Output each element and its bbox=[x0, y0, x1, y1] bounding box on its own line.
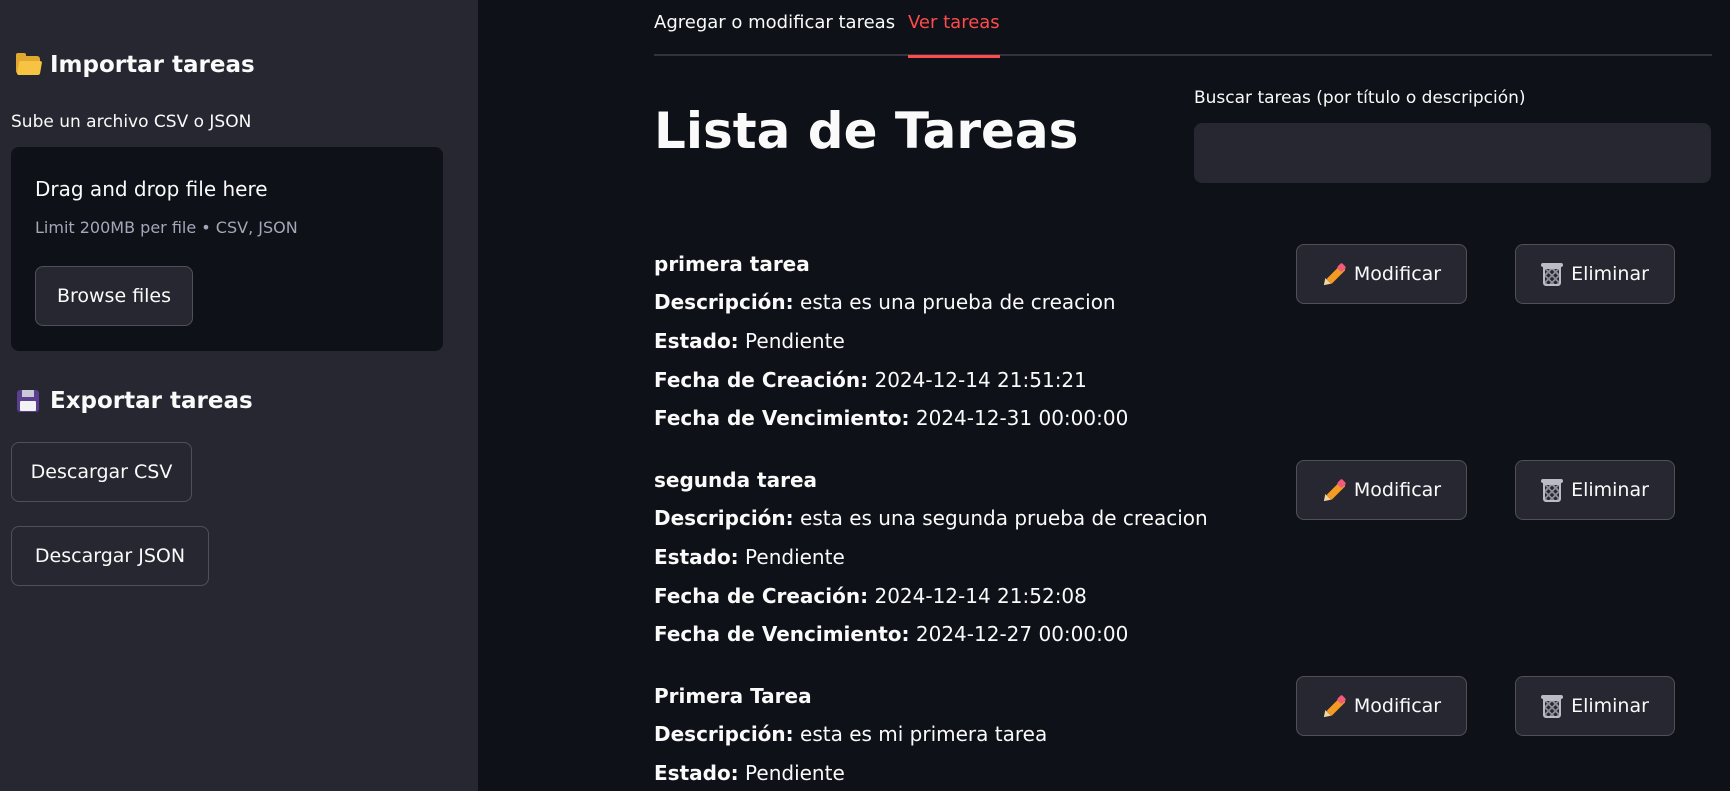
delete-label: Eliminar bbox=[1571, 479, 1649, 501]
export-heading-text: Exportar tareas bbox=[50, 388, 253, 414]
created-value: 2024-12-14 21:52:08 bbox=[874, 584, 1087, 608]
task-status: Estado: Pendiente bbox=[654, 761, 845, 785]
description-label: Descripción: bbox=[654, 290, 794, 314]
page-title: Lista de Tareas bbox=[654, 102, 1079, 160]
task-created: Fecha de Creación: 2024-12-14 21:51:21 bbox=[654, 368, 1087, 392]
file-dropzone[interactable]: Drag and drop file here Limit 200MB per … bbox=[11, 147, 443, 351]
delete-button[interactable]: Eliminar bbox=[1515, 676, 1675, 736]
created-label: Fecha de Creación: bbox=[654, 368, 869, 392]
export-heading: Exportar tareas bbox=[14, 388, 253, 414]
task-title: segunda tarea bbox=[654, 468, 818, 492]
search-input[interactable] bbox=[1194, 123, 1711, 183]
due-label: Fecha de Vencimiento: bbox=[654, 406, 910, 430]
created-label: Fecha de Creación: bbox=[654, 584, 869, 608]
floppy-disk-icon bbox=[14, 389, 42, 413]
task-status: Estado: Pendiente bbox=[654, 545, 845, 569]
pencil-icon bbox=[1320, 694, 1347, 720]
modify-button[interactable]: Modificar bbox=[1296, 676, 1467, 736]
created-value: 2024-12-14 21:51:21 bbox=[874, 368, 1087, 392]
task-due: Fecha de Vencimiento: 2024-12-27 00:00:0… bbox=[654, 622, 1128, 646]
tab-bar: Agregar o modificar tareas Ver tareas bbox=[654, 0, 1712, 58]
delete-button[interactable]: Eliminar bbox=[1515, 244, 1675, 304]
trash-icon bbox=[1541, 693, 1564, 719]
app: Importar tareas Sube un archivo CSV o JS… bbox=[0, 0, 1730, 791]
description-label: Descripción: bbox=[654, 506, 794, 530]
status-label: Estado: bbox=[654, 545, 739, 569]
status-label: Estado: bbox=[654, 761, 739, 785]
delete-button[interactable]: Eliminar bbox=[1515, 460, 1675, 520]
due-label: Fecha de Vencimiento: bbox=[654, 622, 910, 646]
status-value: Pendiente bbox=[745, 329, 845, 353]
task-due: Fecha de Vencimiento: 2024-12-31 00:00:0… bbox=[654, 406, 1128, 430]
due-value: 2024-12-27 00:00:00 bbox=[915, 622, 1129, 646]
sidebar: Importar tareas Sube un archivo CSV o JS… bbox=[0, 0, 478, 791]
browse-files-button[interactable]: Browse files bbox=[35, 266, 193, 326]
modify-label: Modificar bbox=[1353, 263, 1442, 285]
status-value: Pendiente bbox=[745, 545, 845, 569]
task-title: Primera Tarea bbox=[654, 684, 812, 708]
download-csv-button[interactable]: Descargar CSV bbox=[11, 442, 192, 502]
dropzone-limit: Limit 200MB per file • CSV, JSON bbox=[35, 218, 298, 237]
import-heading-text: Importar tareas bbox=[50, 52, 255, 78]
task-created: Fecha de Creación: 2024-12-14 21:52:08 bbox=[654, 584, 1087, 608]
tab-add-modify[interactable]: Agregar o modificar tareas bbox=[654, 12, 895, 45]
status-value: Pendiente bbox=[745, 761, 845, 785]
dropzone-title: Drag and drop file here bbox=[35, 177, 268, 201]
delete-label: Eliminar bbox=[1571, 695, 1649, 717]
delete-label: Eliminar bbox=[1571, 263, 1649, 285]
task-status: Estado: Pendiente bbox=[654, 329, 845, 353]
due-value: 2024-12-31 00:00:00 bbox=[915, 406, 1129, 430]
modify-button[interactable]: Modificar bbox=[1296, 244, 1467, 304]
trash-icon bbox=[1541, 261, 1564, 287]
trash-icon bbox=[1541, 477, 1564, 503]
status-label: Estado: bbox=[654, 329, 739, 353]
task-description: Descripción: esta es una segunda prueba … bbox=[654, 506, 1208, 530]
search-label: Buscar tareas (por título o descripción) bbox=[1194, 88, 1526, 108]
task-description: Descripción: esta es una prueba de creac… bbox=[654, 290, 1116, 314]
task-title: primera tarea bbox=[654, 252, 810, 276]
download-json-button[interactable]: Descargar JSON bbox=[11, 526, 209, 586]
upload-caption: Sube un archivo CSV o JSON bbox=[11, 112, 252, 132]
modify-button[interactable]: Modificar bbox=[1296, 460, 1467, 520]
description-value: esta es una prueba de creacion bbox=[800, 290, 1116, 314]
description-value: esta es una segunda prueba de creacion bbox=[800, 506, 1208, 530]
description-value: esta es mi primera tarea bbox=[800, 722, 1048, 746]
description-label: Descripción: bbox=[654, 722, 794, 746]
task-description: Descripción: esta es mi primera tarea bbox=[654, 722, 1047, 746]
folder-icon bbox=[14, 53, 43, 77]
pencil-icon bbox=[1320, 262, 1347, 288]
modify-label: Modificar bbox=[1353, 479, 1442, 501]
modify-label: Modificar bbox=[1353, 695, 1442, 717]
tab-view-tasks[interactable]: Ver tareas bbox=[908, 12, 1000, 58]
pencil-icon bbox=[1320, 478, 1347, 504]
import-heading: Importar tareas bbox=[14, 52, 255, 78]
